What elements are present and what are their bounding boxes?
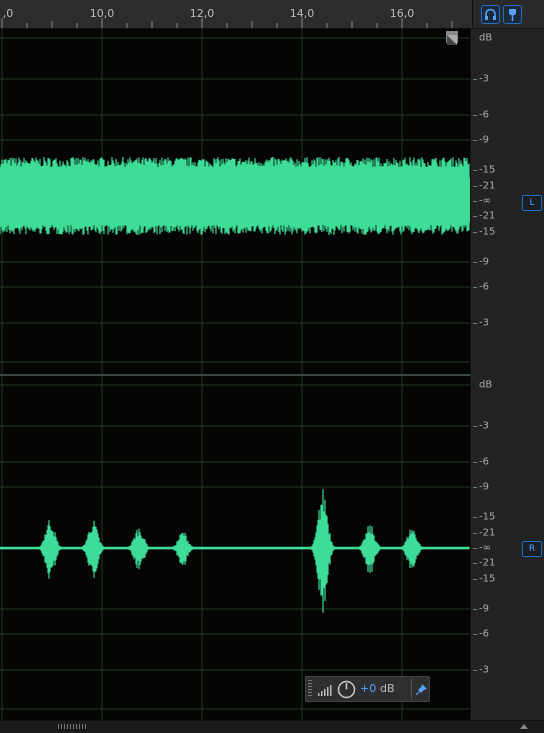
db-scale-tick: [473, 115, 477, 116]
db-scale-tick: [473, 517, 477, 518]
db-scale-label: -9: [479, 481, 489, 493]
waveform-left-trace: [0, 157, 470, 235]
db-scale-label: -15: [479, 573, 496, 585]
pin-icon[interactable]: [416, 683, 428, 695]
db-scale-tick: [473, 670, 477, 671]
volume-unit: dB: [380, 682, 395, 695]
db-scale-tick: [473, 186, 477, 187]
db-scale-label: -21: [479, 557, 496, 569]
ruler-label: ,0: [2, 7, 14, 20]
db-scale-label: -21: [479, 527, 496, 539]
headphones-icon: [485, 8, 496, 20]
waveform-right-trace: [0, 489, 470, 613]
db-scale-label: -3: [479, 664, 489, 676]
db-scale-label: -15: [479, 226, 496, 238]
db-scale-tick: [473, 216, 477, 217]
waveform-left-svg: [0, 29, 470, 374]
db-scale-label: -6: [479, 628, 489, 640]
db-scale-tick: [473, 201, 477, 202]
waveform-channel-left[interactable]: [0, 29, 470, 374]
db-scale-tick: [473, 563, 477, 564]
marker-pin-icon: [509, 9, 516, 21]
db-scale-tick: [473, 634, 477, 635]
marker-button[interactable]: [503, 5, 522, 24]
volume-knob-icon[interactable]: [337, 680, 356, 699]
channel-badge-left[interactable]: L: [522, 195, 542, 211]
zoom-toggle-icon[interactable]: [446, 31, 458, 45]
db-scale-label: -3: [479, 420, 489, 432]
db-scale-label: -∞: [479, 542, 491, 554]
db-scale-tick: [473, 170, 477, 171]
db-scale-label: -6: [479, 109, 489, 121]
db-scale-label: -∞: [479, 195, 491, 207]
scroll-up-icon[interactable]: [520, 723, 528, 729]
db-scale-tick: [473, 533, 477, 534]
db-scale-label: -3: [479, 317, 489, 329]
db-scale-label: -21: [479, 180, 496, 192]
db-scale-label: dB: [479, 32, 493, 44]
db-scale-tick: [473, 232, 477, 233]
horizontal-scrollbar[interactable]: [0, 720, 544, 733]
channel-badge-right[interactable]: R: [522, 541, 542, 557]
level-meter-icon: [318, 685, 332, 696]
db-scale-tick: [473, 262, 477, 263]
db-scale-label: -9: [479, 256, 489, 268]
db-scale-tick: [473, 462, 477, 463]
db-scale-tick: [473, 323, 477, 324]
headphones-button[interactable]: [481, 5, 500, 24]
db-scale-tick: [473, 579, 477, 580]
scrollbar-thumb[interactable]: [58, 724, 86, 729]
ruler-label: 14,0: [289, 7, 315, 20]
db-scale-tick: [473, 287, 477, 288]
db-scale-tick: [473, 426, 477, 427]
toolbar-corner: [472, 0, 544, 29]
db-scale-label: -6: [479, 456, 489, 468]
volume-hud[interactable]: +0 dB: [305, 676, 430, 702]
db-scale-tick: [473, 140, 477, 141]
db-scale-label: -9: [479, 134, 489, 146]
waveform-right-svg: [0, 376, 470, 720]
db-scale-label: -21: [479, 210, 496, 222]
time-ruler[interactable]: ,0 10,0 12,0 14,0 16,0: [0, 0, 472, 29]
hud-drag-handle[interactable]: [308, 680, 312, 698]
db-scale-label: -3: [479, 73, 489, 85]
db-scale-tick: [473, 548, 477, 549]
db-scale-tick: [473, 487, 477, 488]
db-scale-label: -9: [479, 603, 489, 615]
hud-separator: [411, 679, 412, 699]
db-scale-tick: [473, 609, 477, 610]
db-scale-label: -15: [479, 511, 496, 523]
ruler-label: 10,0: [89, 7, 115, 20]
ruler-label: 16,0: [389, 7, 415, 20]
ruler-label: 12,0: [189, 7, 215, 20]
volume-value[interactable]: +0: [360, 682, 376, 695]
db-scale-label: -15: [479, 164, 496, 176]
db-scale-label: -6: [479, 281, 489, 293]
db-scale-label: dB: [479, 379, 493, 391]
waveform-channel-right[interactable]: [0, 376, 470, 720]
db-scale-tick: [473, 79, 477, 80]
